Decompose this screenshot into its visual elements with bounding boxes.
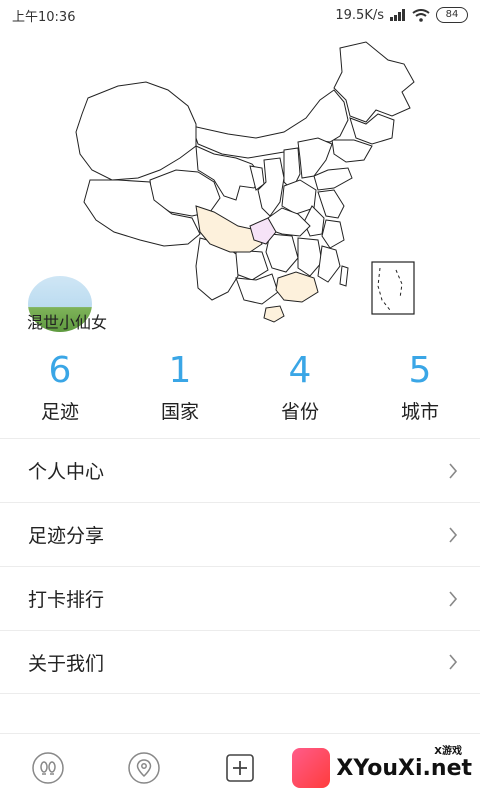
province-guizhou	[235, 249, 269, 281]
province-hainan	[263, 305, 285, 323]
footprint-icon	[32, 751, 64, 784]
chevron-right-icon	[449, 526, 458, 543]
stat-label: 城市	[400, 401, 439, 423]
stat-cities[interactable]: 5 城市	[360, 345, 480, 435]
stat-value: 5	[408, 350, 432, 391]
signal-icon	[390, 9, 405, 21]
watermark-logo	[292, 748, 331, 788]
province-zhejiang	[321, 219, 345, 249]
chevron-right-icon	[449, 654, 458, 670]
china-map[interactable]	[0, 30, 480, 332]
menu-item-about-us[interactable]: 关于我们	[0, 630, 480, 694]
menu-item-label: 打卡排行	[28, 589, 105, 611]
status-bar: 上午10:36 19.5K/s 84	[0, 0, 480, 30]
username: 混世小仙女	[27, 313, 108, 332]
stat-label: 国家	[160, 401, 199, 423]
menu-item-checkin-ranking[interactable]: 打卡排行	[0, 566, 480, 630]
network-speed: 19.5K/s	[335, 7, 384, 23]
chevron-right-icon	[449, 462, 458, 479]
province-shaanxi	[257, 157, 285, 217]
menu-item-footprint-share[interactable]: 足迹分享	[0, 502, 480, 566]
province-liaoning	[331, 139, 373, 163]
province-guangdong	[275, 271, 319, 303]
add-icon	[226, 753, 254, 782]
wifi-icon	[412, 8, 430, 22]
stat-label: 足迹	[40, 401, 79, 423]
province-taiwan	[339, 265, 349, 287]
status-time: 上午10:36	[12, 9, 76, 25]
menu-item-label: 足迹分享	[28, 525, 105, 547]
stat-footprints[interactable]: 6 足迹	[0, 345, 120, 435]
stat-value: 1	[168, 350, 192, 391]
status-indicators: 19.5K/s 84	[335, 7, 468, 23]
stat-value: 6	[48, 350, 72, 391]
stat-provinces[interactable]: 4 省份	[240, 345, 360, 435]
watermark-tag: X游戏	[434, 746, 462, 757]
menu-item-personal-center[interactable]: 个人中心	[0, 438, 480, 502]
stats-row: 6 足迹 1 国家 4 省份 5 城市	[0, 345, 480, 435]
province-shandong	[313, 167, 353, 191]
province-hunan	[265, 233, 299, 273]
south-china-sea-inset	[371, 261, 415, 315]
location-pin-icon	[128, 751, 160, 784]
menu-list: 个人中心 足迹分享 打卡排行 关于我们	[0, 438, 480, 694]
battery-icon: 84	[436, 7, 468, 23]
nav-location-button[interactable]	[96, 734, 192, 801]
stat-label: 省份	[280, 401, 319, 423]
menu-item-label: 关于我们	[28, 652, 105, 675]
nav-footprint-button[interactable]	[0, 734, 96, 801]
stat-value: 4	[288, 350, 312, 391]
province-jiangsu	[317, 189, 345, 219]
chevron-right-icon	[449, 590, 458, 607]
watermark: X游戏 XYouXi.net	[292, 740, 472, 796]
nav-add-button[interactable]	[192, 734, 288, 801]
stat-countries[interactable]: 1 国家	[120, 345, 240, 435]
province-fujian	[317, 245, 341, 283]
province-guangxi	[235, 273, 279, 305]
menu-item-label: 个人中心	[28, 461, 105, 483]
province-xinjiang	[75, 81, 197, 181]
watermark-site: XYouXi.net	[336, 755, 472, 781]
